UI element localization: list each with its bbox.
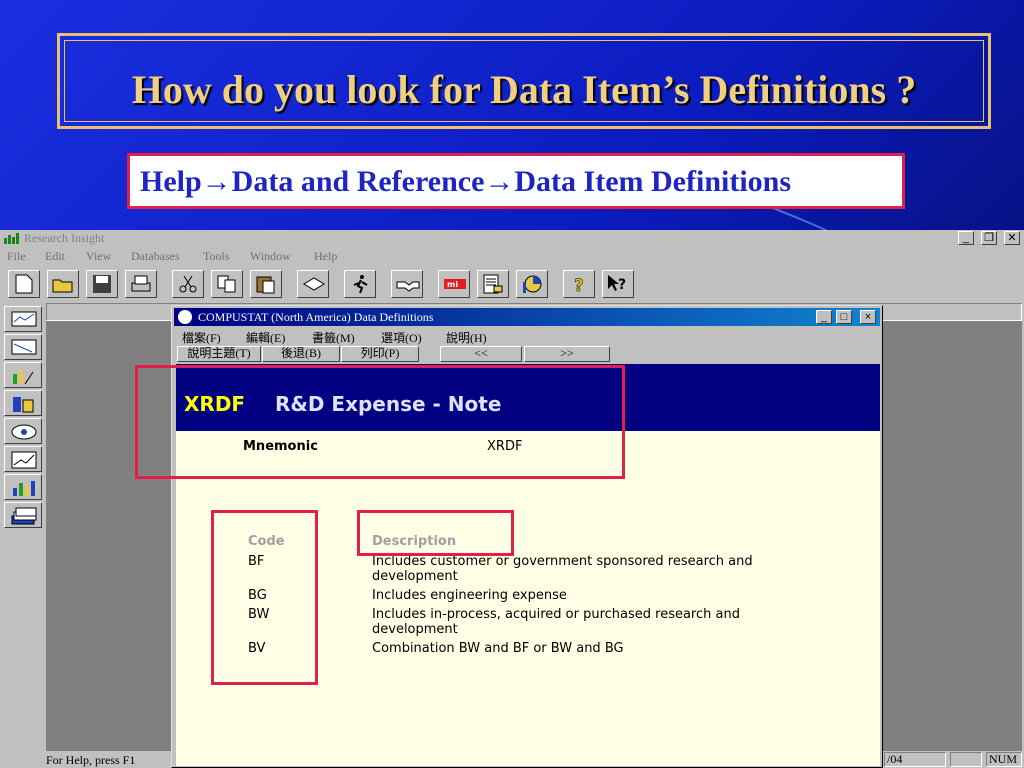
dialog-maximize-button[interactable]: □ [836, 310, 852, 324]
dialog-menu-edit[interactable]: 編輯(E) [246, 329, 285, 346]
sort-icon [303, 277, 325, 291]
svg-text:mi: mi [447, 280, 458, 289]
dialog-menu-options[interactable]: 選項(O) [381, 329, 422, 346]
handshake-button[interactable] [391, 270, 423, 298]
dialog-button-bar: 說明主題(T) 後退(B) 列印(P) << >> [174, 346, 880, 362]
app-minimize-button[interactable]: _ [958, 231, 974, 245]
highlight-description-header [357, 510, 514, 556]
help-button[interactable]: ? [563, 270, 595, 298]
print-icon [131, 275, 151, 292]
app-titlebar: Research Insight _ ❐ ✕ [0, 230, 1024, 246]
sidebar-button-screen[interactable] [4, 306, 42, 332]
app-logo-icon [4, 233, 19, 244]
dialog-titlebar: COMPUSTAT (North America) Data Definitio… [174, 308, 880, 326]
stack-icon [11, 507, 37, 525]
help-path-callout: Help→Data and Reference→Data Item Defini… [127, 153, 905, 209]
bar-chart-icon [13, 481, 35, 496]
sidebar-button-graph[interactable] [4, 446, 42, 472]
save-button[interactable] [86, 270, 118, 298]
copy-button[interactable] [211, 270, 243, 298]
status-help-text: For Help, press F1 [46, 753, 136, 767]
cut-button[interactable] [172, 270, 204, 298]
mi-icon: mi [444, 279, 466, 289]
row-description: Combination BW and BF or BW and BG [372, 641, 624, 656]
sidebar-button-screen-2[interactable] [4, 334, 42, 360]
report-button[interactable] [477, 270, 509, 298]
row-description: Includes in-process, acquired or purchas… [372, 607, 740, 637]
sort-button[interactable] [297, 270, 329, 298]
app-sidebar [4, 306, 42, 528]
dialog-close-button[interactable]: × [860, 310, 876, 324]
handshake-icon [396, 281, 420, 292]
dialog-menu-help[interactable]: 說明(H) [446, 329, 487, 346]
svg-text:?: ? [574, 276, 584, 294]
sidebar-button-building[interactable] [4, 390, 42, 416]
sidebar-button-bar-chart[interactable] [4, 474, 42, 500]
back-button[interactable]: 後退(B) [262, 346, 340, 362]
sidebar-button-chart-view[interactable] [4, 362, 42, 388]
menu-help[interactable]: Help [314, 249, 337, 264]
status-num: NUM [986, 752, 1022, 767]
previous-button[interactable]: << [440, 346, 522, 362]
menu-view[interactable]: View [86, 249, 111, 264]
graph-icon [11, 451, 37, 469]
dialog-app-icon [178, 310, 192, 324]
row-description: Includes engineering expense [372, 588, 567, 603]
open-button[interactable] [47, 270, 79, 298]
run-icon [353, 275, 368, 294]
dialog-minimize-button[interactable]: _ [816, 310, 832, 324]
new-button[interactable] [8, 270, 40, 298]
report-icon [483, 274, 503, 294]
help-path-text: Help→Data and Reference→Data Item Defini… [140, 165, 792, 198]
menu-window[interactable]: Window [250, 249, 291, 264]
app-restore-button[interactable]: ❐ [981, 231, 997, 245]
dialog-menu-bookmark[interactable]: 書籤(M) [312, 329, 355, 346]
menu-file[interactable]: File [7, 249, 26, 264]
slide-title: How do you look for Data Item’s Definiti… [131, 67, 917, 112]
menu-databases[interactable]: Databases [131, 249, 180, 264]
highlight-title-box [135, 365, 625, 479]
chart-icon [523, 275, 542, 293]
report-view-icon [11, 424, 37, 440]
row-description: Includes customer or government sponsore… [372, 554, 753, 584]
dialog-title: COMPUSTAT (North America) Data Definitio… [198, 310, 434, 324]
open-icon [52, 279, 73, 293]
app-toolbar: mi ? ? [0, 267, 1024, 301]
cut-icon [179, 275, 197, 293]
paste-button[interactable] [250, 270, 282, 298]
status-blank [950, 752, 982, 767]
dialog-menubar: 檔案(F) 編輯(E) 書籤(M) 選項(O) 說明(H) [174, 328, 880, 346]
menu-tools[interactable]: Tools [203, 249, 230, 264]
chart-view-icon [13, 370, 34, 385]
screen-2-icon [11, 339, 37, 355]
app-title: Research Insight [24, 231, 105, 245]
new-icon [15, 274, 33, 294]
help-icon: ? [574, 276, 584, 294]
context-help-button[interactable]: ? [602, 270, 634, 298]
context-help-icon: ? [608, 275, 626, 293]
slide-title-frame: How do you look for Data Item’s Definiti… [57, 33, 991, 129]
svg-text:?: ? [618, 277, 626, 293]
mi-button[interactable]: mi [438, 270, 470, 298]
menu-edit[interactable]: Edit [45, 249, 65, 264]
status-date: /04 [884, 752, 946, 767]
app-menubar: File Edit View Databases Tools Window He… [0, 247, 1024, 265]
dialog-menu-file[interactable]: 檔案(F) [182, 329, 221, 346]
copy-icon [217, 275, 236, 293]
building-icon [13, 397, 34, 413]
chart-button[interactable] [516, 270, 548, 298]
print-dialog-button[interactable]: 列印(P) [341, 346, 419, 362]
sidebar-button-stack[interactable] [4, 502, 42, 528]
run-button[interactable] [344, 270, 376, 298]
help-topics-button[interactable]: 說明主題(T) [177, 346, 261, 362]
save-icon [93, 275, 111, 293]
screen-icon [11, 311, 37, 327]
print-button[interactable] [125, 270, 157, 298]
paste-icon [256, 276, 275, 294]
sidebar-button-report-view[interactable] [4, 418, 42, 444]
next-button[interactable]: >> [524, 346, 610, 362]
app-close-button[interactable]: ✕ [1004, 231, 1020, 245]
highlight-code-column [211, 510, 318, 685]
